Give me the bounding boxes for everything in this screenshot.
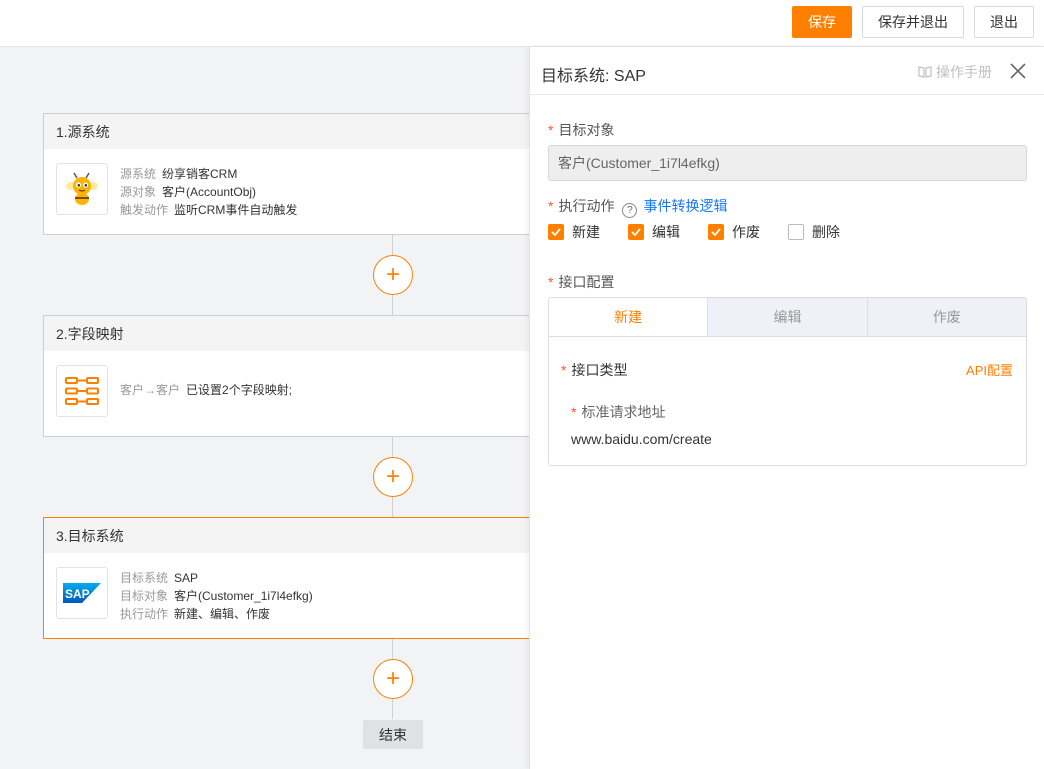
tab-void[interactable]: 作废 xyxy=(866,298,1026,336)
field-mapping-node[interactable]: 2.字段映射 客户→客户 已设置2个字段映射; xyxy=(43,315,543,437)
target-object-field: 客户(Customer_1i7l4efkg) xyxy=(548,145,1027,181)
checkbox-empty xyxy=(788,224,804,240)
save-button[interactable]: 保存 xyxy=(792,6,852,38)
book-icon xyxy=(918,66,932,78)
info-key: 目标系统 xyxy=(120,571,169,585)
check-icon xyxy=(708,224,724,240)
exit-button[interactable]: 退出 xyxy=(974,6,1034,38)
end-node: 结束 xyxy=(363,720,423,749)
check-icon xyxy=(628,224,644,240)
check-icon xyxy=(548,224,564,240)
target-object-label: * 目标对象 xyxy=(548,122,615,138)
manual-link[interactable]: 操作手册 xyxy=(918,62,992,82)
save-and-exit-button[interactable]: 保存并退出 xyxy=(862,6,964,38)
checkbox-label: 新建 xyxy=(572,224,600,240)
source-system-node[interactable]: 1.源系统 源系统 纷享销客CRM 源对象 客户(AccountObj) 触发动… xyxy=(43,113,543,235)
info-key: 客户→客户 xyxy=(120,383,181,397)
event-logic-link[interactable]: 事件转换逻辑 xyxy=(643,198,727,214)
info-key: 执行动作 xyxy=(120,607,169,621)
close-icon[interactable] xyxy=(1010,63,1026,79)
help-icon[interactable]: ? xyxy=(622,203,638,218)
panel-header: 目标系统: SAP 操作手册 xyxy=(530,47,1044,95)
info-value: 客户(Customer_1i7l4efkg) xyxy=(174,589,313,603)
target-system-node[interactable]: 3.目标系统 SAP 目标系统 SAP 目标对象 客户(Customer_1i7l4… xyxy=(43,517,543,639)
checkbox-edit[interactable]: 编辑 xyxy=(628,222,680,242)
info-key: 目标对象 xyxy=(120,589,169,603)
node-title: 2.字段映射 xyxy=(44,316,542,351)
panel-title: 目标系统: SAP xyxy=(541,68,646,85)
crm-bee-icon xyxy=(56,163,108,215)
checkbox-label: 编辑 xyxy=(652,224,680,240)
checkbox-void[interactable]: 作废 xyxy=(708,222,760,242)
api-type-label: * 接口类型 xyxy=(561,362,628,378)
action-checkboxes: 新建 编辑 作废 删除 xyxy=(548,222,868,242)
info-value: 客户(AccountObj) xyxy=(162,185,257,199)
api-config-link[interactable]: API配置 xyxy=(966,360,1013,379)
sap-logo-icon: SAP xyxy=(56,567,108,619)
checkbox-create[interactable]: 新建 xyxy=(548,222,600,242)
checkbox-delete[interactable]: 删除 xyxy=(788,222,840,242)
info-value: 纷享销客CRM xyxy=(162,167,238,181)
action-label: * 执行动作? 事件转换逻辑 xyxy=(548,198,728,218)
info-key: 源系统 xyxy=(120,167,157,181)
top-toolbar: 保存 保存并退出 退出 xyxy=(0,0,1044,47)
add-step-button[interactable]: + xyxy=(373,457,413,497)
add-step-button[interactable]: + xyxy=(373,659,413,699)
interface-tabs: 新建 编辑 作废 xyxy=(549,298,1026,337)
node-title: 1.源系统 xyxy=(44,114,542,149)
node-title: 3.目标系统 xyxy=(44,518,542,553)
info-value: 新建、编辑、作废 xyxy=(174,607,271,621)
interface-config-label: * 接口配置 xyxy=(548,274,615,290)
manual-label: 操作手册 xyxy=(936,64,992,80)
node-info: 源系统 纷享销客CRM 源对象 客户(AccountObj) 触发动作 监听CRM事件… xyxy=(120,165,297,219)
info-value: 监听CRM事件自动触发 xyxy=(174,203,298,217)
info-key: 源对象 xyxy=(120,185,157,199)
node-info: 目标系统 SAP 目标对象 客户(Customer_1i7l4efkg) 执行动作新… xyxy=(120,569,313,623)
flow-canvas: 1.源系统 源系统 纷享销客CRM 源对象 客户(AccountObj) 触发动… xyxy=(0,47,543,769)
info-value: SAP xyxy=(174,571,199,585)
info-key: 触发动作 xyxy=(120,203,169,217)
field-mapping-icon xyxy=(56,365,108,417)
info-value: 已设置2个字段映射; xyxy=(186,383,293,397)
svg-text:SAP: SAP xyxy=(65,587,90,601)
url-value: www.baidu.com/create xyxy=(571,431,712,447)
checkbox-label: 删除 xyxy=(812,224,840,240)
node-info: 客户→客户 已设置2个字段映射; xyxy=(120,381,292,399)
interface-config-card: 新建 编辑 作废 * 接口类型 API配置 * 标准请求地址 www.baidu.c… xyxy=(548,297,1027,466)
checkbox-label: 作废 xyxy=(732,224,760,240)
add-step-button[interactable]: + xyxy=(373,255,413,295)
config-panel: 目标系统: SAP 操作手册 * 目标对象 客户(Customer_1i7l4ef… xyxy=(529,47,1044,769)
tab-edit[interactable]: 编辑 xyxy=(707,298,867,336)
tab-create[interactable]: 新建 xyxy=(549,298,708,336)
url-label: * 标准请求地址 xyxy=(571,404,666,420)
